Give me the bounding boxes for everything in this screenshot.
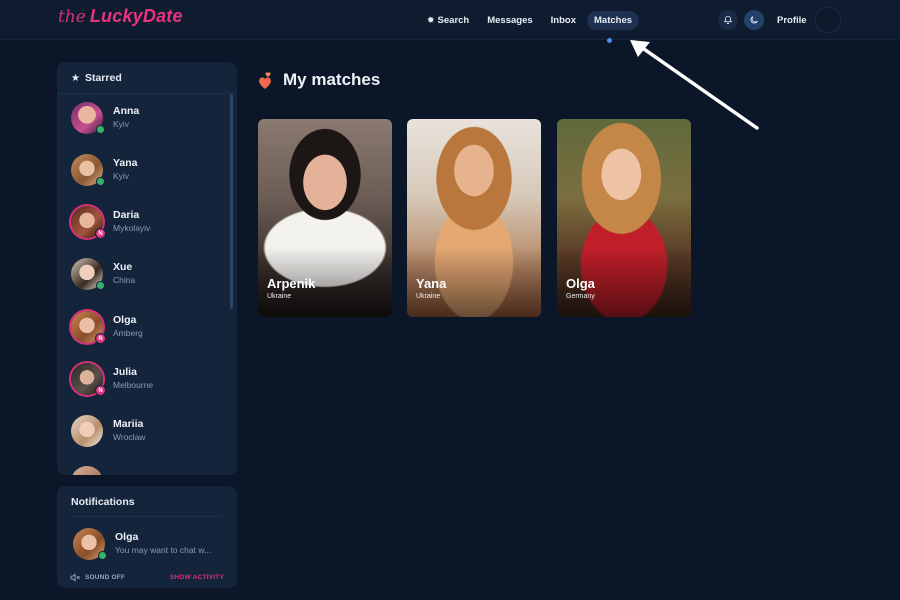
contact-name: Anna: [113, 105, 140, 117]
match-name: Arpenik: [267, 276, 316, 291]
match-name: Olga: [566, 276, 595, 291]
avatar: [71, 415, 103, 447]
nav-search[interactable]: ✹ Search: [420, 11, 476, 30]
nav-inbox[interactable]: Inbox: [544, 11, 583, 30]
match-name: Yana: [416, 276, 447, 291]
starred-contact-olga[interactable]: N Olga Amberg: [71, 309, 221, 345]
contact-city: Wroclaw: [113, 432, 146, 442]
nav-messages-label: Messages: [487, 14, 533, 26]
avatar: [71, 102, 105, 134]
notification-sender: Olga: [115, 531, 139, 543]
nav-messages[interactable]: Messages: [480, 11, 539, 30]
notification-item[interactable]: Olga You may want to chat w...: [73, 528, 211, 560]
contact-city: Kyiv: [113, 171, 130, 181]
starred-contact-xue[interactable]: Xue China: [71, 256, 221, 292]
show-activity-link[interactable]: SHOW ACTIVITY: [170, 574, 224, 581]
brand-logo[interactable]: the LuckyDate: [58, 6, 183, 34]
starred-scrollbar[interactable]: [230, 94, 233, 309]
annotation-arrow: [630, 40, 759, 130]
new-badge: N: [95, 228, 106, 239]
nav-inbox-label: Inbox: [550, 14, 576, 26]
gear-icon: ✹: [427, 14, 435, 25]
bell-icon: [723, 15, 733, 25]
starred-contact-daria[interactable]: N Daria Mykolayiv: [71, 204, 221, 240]
contact-name: Olga: [113, 314, 137, 326]
notifications-panel: Notifications Olga You may want to chat …: [57, 486, 237, 588]
starred-title: ★ Starred: [71, 72, 122, 84]
new-badge: N: [95, 385, 106, 396]
match-card-yana[interactable]: Yana Ukraine: [407, 119, 541, 317]
profile-link[interactable]: Profile: [777, 15, 807, 26]
nav-matches-label: Matches: [594, 14, 633, 26]
contact-name: Julia: [113, 366, 137, 378]
moon-icon: [750, 16, 758, 24]
nav-matches[interactable]: Matches: [587, 10, 640, 30]
avatar: [71, 154, 105, 186]
avatar: N: [71, 363, 106, 396]
logo-prefix: the: [58, 7, 86, 27]
active-nav-indicator: [607, 38, 612, 43]
online-status-dot: [96, 125, 105, 134]
match-card-olga[interactable]: Olga Germany: [557, 119, 691, 317]
starred-contact-yana[interactable]: Yana Kyiv: [71, 152, 221, 188]
avatar: N: [71, 311, 106, 344]
sound-toggle[interactable]: SOUND OFF: [70, 573, 125, 582]
star-icon: ★: [71, 72, 80, 84]
avatar: N: [71, 206, 106, 239]
page-header: My matches: [257, 70, 380, 90]
contact-city: Mykolayiv: [113, 223, 151, 233]
top-header: the LuckyDate ✹ Search Messages Inbox Ma…: [0, 0, 900, 40]
speaker-muted-icon: [70, 573, 80, 582]
main-nav: ✹ Search Messages Inbox Matches: [420, 10, 643, 30]
starred-title-label: Starred: [84, 72, 122, 84]
notification-message: You may want to chat w...: [115, 545, 212, 555]
avatar: [71, 258, 105, 290]
notifications-title: Notifications: [71, 496, 135, 508]
starred-panel: ★ Starred Anna Kyiv Yana Kyiv N Daria My: [57, 62, 237, 475]
starred-contact-mariia[interactable]: Mariia Wroclaw: [71, 413, 221, 449]
logo-wordmark: LuckyDate: [89, 6, 183, 26]
starred-contact-anna[interactable]: Anna Kyiv: [71, 100, 221, 136]
page-title: My matches: [283, 70, 381, 89]
contact-name: Mariia: [113, 418, 144, 430]
contact-city: Kyiv: [113, 119, 130, 129]
starred-contact-julia[interactable]: N Julia Melbourne: [71, 361, 221, 397]
contact-city: China: [113, 275, 136, 285]
contact-city: Melbourne: [113, 380, 154, 390]
contact-name: Xue: [113, 261, 133, 273]
online-status-dot: [98, 551, 107, 560]
dark-mode-toggle[interactable]: [744, 10, 764, 30]
sound-off-label: SOUND OFF: [85, 574, 126, 581]
online-status-dot: [96, 177, 105, 186]
divider: [57, 93, 237, 94]
match-country: Ukraine: [267, 293, 292, 300]
contact-city: Amberg: [113, 328, 143, 338]
match-country: Ukraine: [416, 293, 441, 300]
match-country: Germany: [566, 293, 595, 300]
contact-name: Yana: [113, 157, 138, 169]
divider: [71, 516, 223, 517]
new-badge: N: [95, 333, 106, 344]
match-card-arpenik[interactable]: Arpenik Ukraine: [258, 119, 392, 317]
contact-name: Daria: [113, 209, 140, 221]
avatar: [71, 466, 103, 475]
nav-search-label: Search: [437, 14, 470, 26]
online-status-dot: [96, 281, 105, 290]
notifications-bell-button[interactable]: [718, 10, 738, 30]
hearts-icon: [259, 72, 271, 89]
avatar: [73, 528, 107, 560]
profile-avatar[interactable]: [815, 7, 841, 33]
